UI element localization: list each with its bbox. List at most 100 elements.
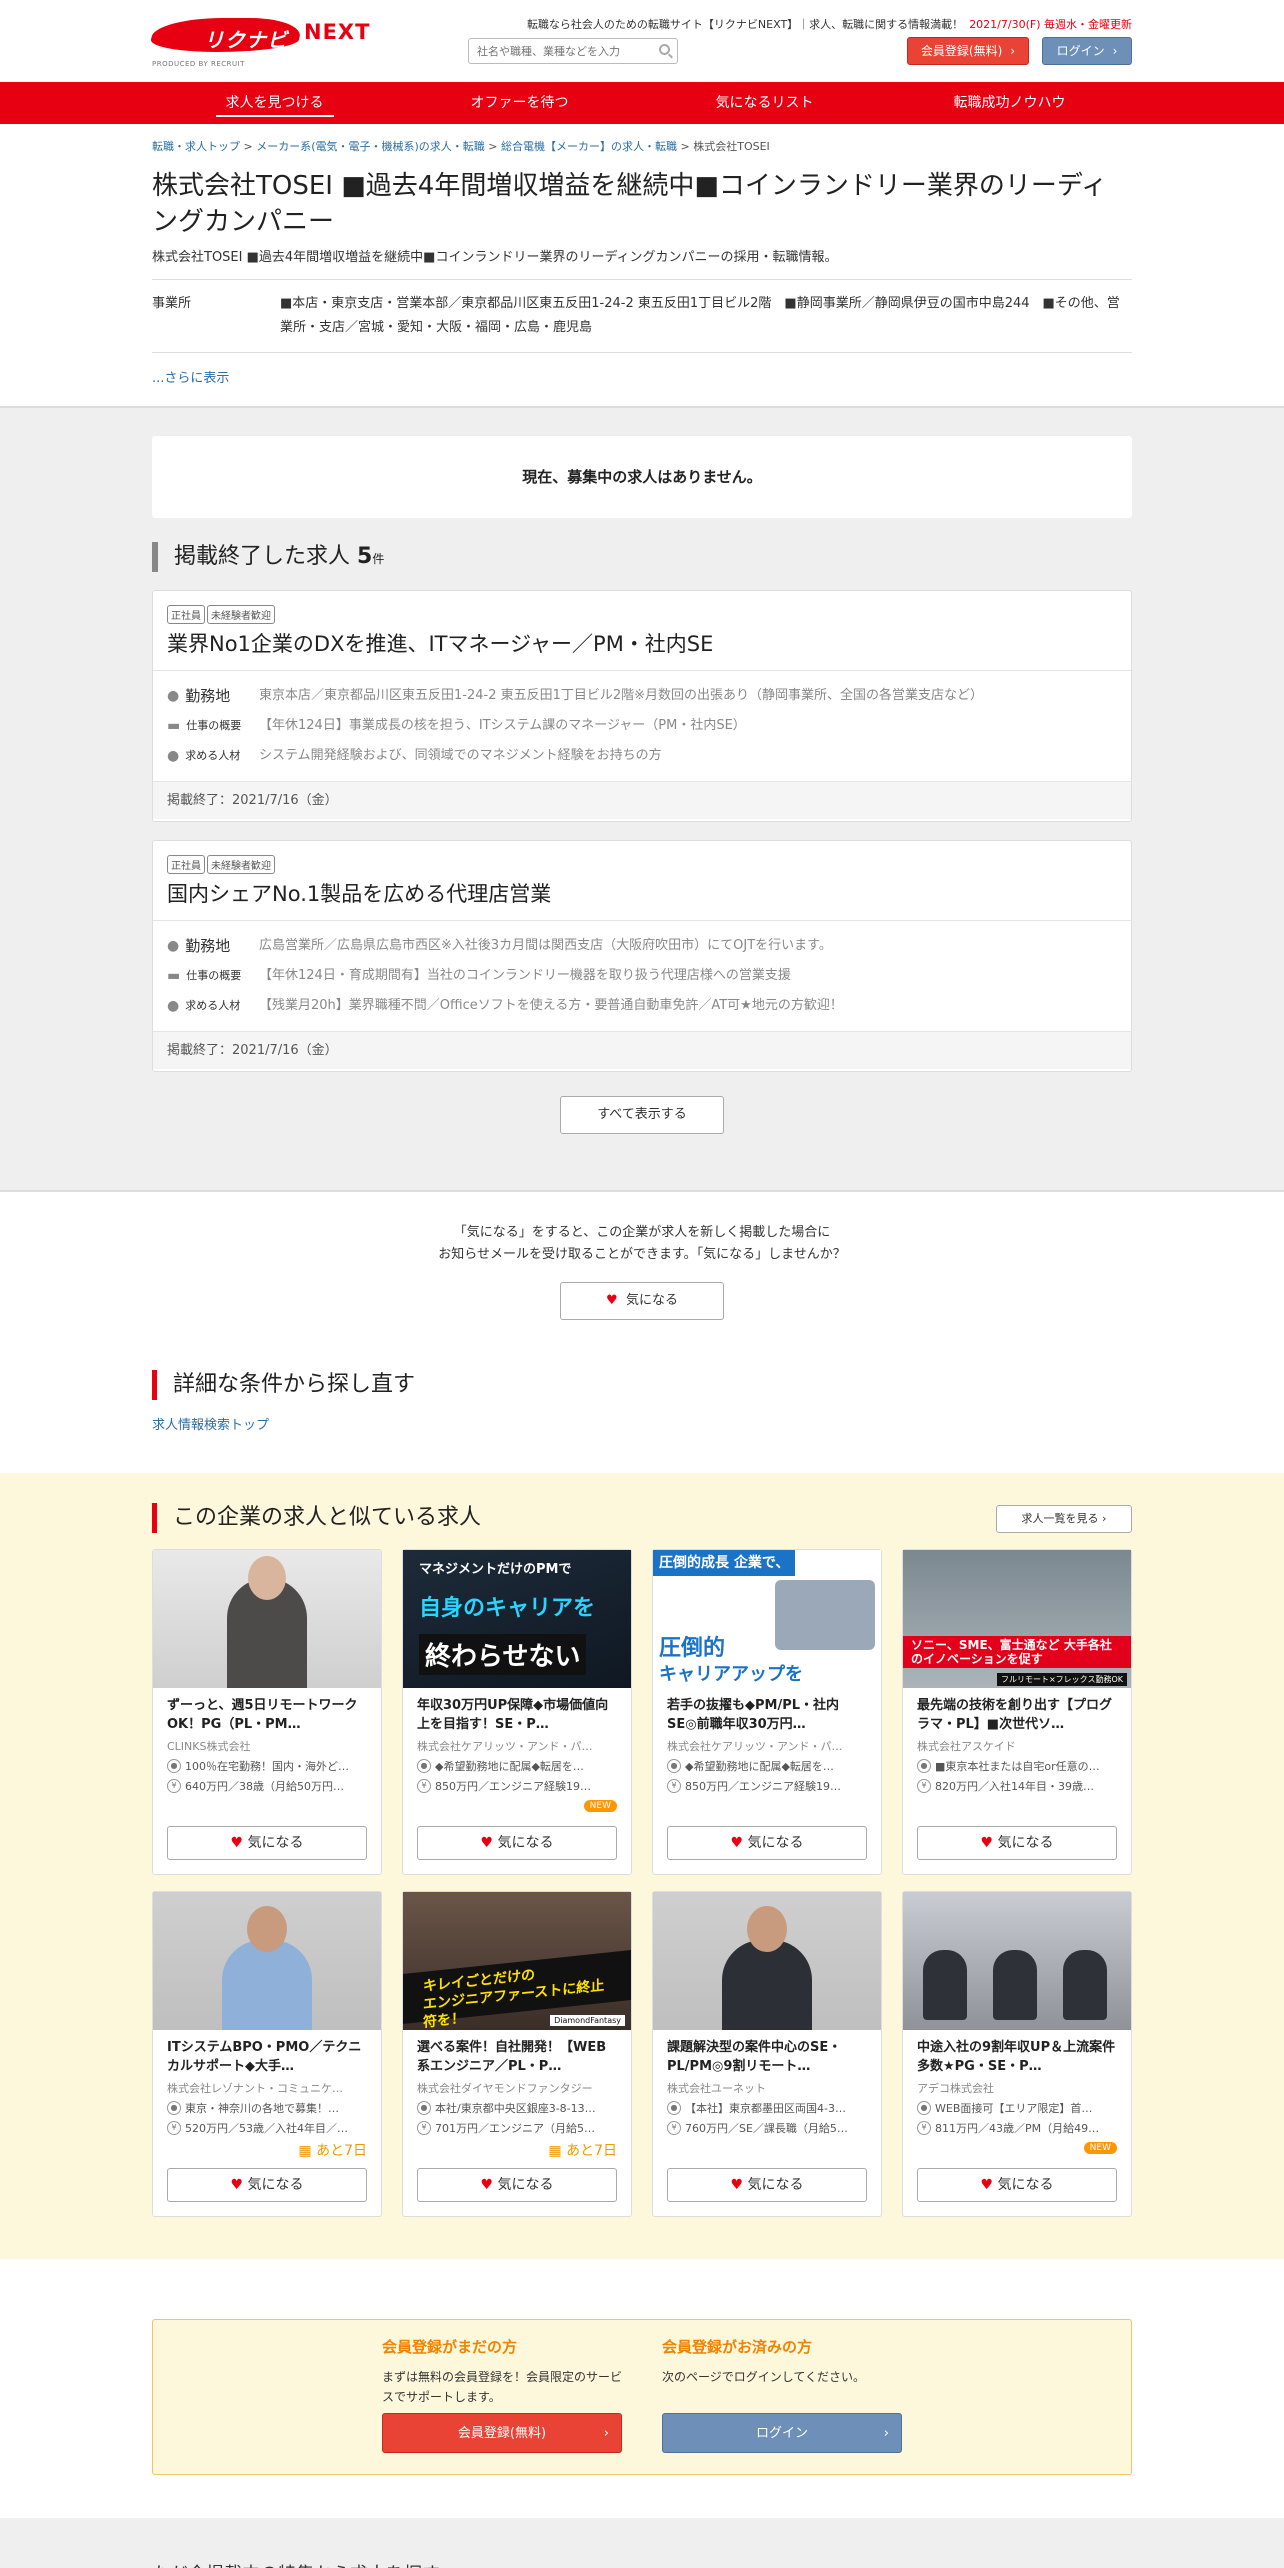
ended-unit: 件 bbox=[372, 552, 385, 566]
job-title[interactable]: 国内シェアNo.1製品を広める代理店営業 bbox=[167, 878, 1117, 908]
similar-job-card[interactable]: 中途入社の9割年収UP＆上流案件多数★PG・SE・P… アデコ株式会社 ● WEB… bbox=[902, 1891, 1132, 2217]
map-pin-icon: ● bbox=[417, 2101, 431, 2115]
job-card[interactable]: 正社員 未経験者歓迎 業界No1企業のDXを推進、ITマネージャー／PM・社内SE… bbox=[152, 590, 1132, 822]
breadcrumb-link[interactable]: 総合電機【メーカー】の求人・転職 bbox=[501, 140, 677, 153]
job-ended-date: 掲載終了：2021/7/16（金） bbox=[153, 781, 1131, 819]
heart-icon: ♥ bbox=[230, 2177, 244, 2193]
breadcrumb-link[interactable]: メーカー系(電気・電子・機械系)の求人・転職 bbox=[256, 140, 485, 153]
overview-label-text: 仕事の概要 bbox=[186, 969, 242, 982]
job-overview: 【年休124日・育成期間有】当社のコインランドリー機器を取り扱う代理店様への営業… bbox=[259, 968, 791, 983]
feature-heading: ただ今掲載中の特集から求人を探す bbox=[152, 2518, 1132, 2568]
job-search-top-link[interactable]: 求人情報検索トップ bbox=[152, 1414, 1132, 1433]
card-title[interactable]: 年収30万円UP保障◆市場価値向上を目指す！SE・P… bbox=[417, 1696, 617, 1734]
similar-job-card[interactable]: 圧倒的成長 企業で、 圧倒的 キャリアアップを 若手の抜擢も◆PM/PL・社内SE◎… bbox=[652, 1549, 882, 1875]
banner-text: 自身のキャリアを bbox=[419, 1596, 596, 1621]
nav-find-jobs[interactable]: 求人を見つける bbox=[152, 82, 397, 124]
card-title[interactable]: 若手の抜擢も◆PM/PL・社内SE◎前職年収30万円… bbox=[667, 1696, 867, 1734]
card-salary: 850万円／エンジニア経験19… bbox=[435, 1780, 591, 1793]
map-pin-icon: ● bbox=[417, 1759, 431, 1773]
map-pin-icon: ● bbox=[667, 2101, 681, 2115]
login-button[interactable]: ログイン › bbox=[662, 2413, 902, 2453]
similar-job-card[interactable]: ITシステムBPO・PMO／テクニカルサポート◆大手… 株式会社レゾナント・コミ… bbox=[152, 1891, 382, 2217]
days-left: ▦ あと7日 bbox=[298, 2140, 367, 2160]
briefcase-icon: ▬ bbox=[167, 718, 181, 734]
job-title[interactable]: 業界No1企業のDXを推進、ITマネージャー／PM・社内SE bbox=[167, 628, 1117, 658]
jobs-area: 現在、募集中の求人はありません。 掲載終了した求人 5件 正社員 未経験者歓迎 業… bbox=[0, 406, 1284, 1192]
similar-job-card[interactable]: ずーっと、週5日リモートワークOK！PG（PL・PM… CLINKS株式会社 ●… bbox=[152, 1549, 382, 1875]
similar-job-card[interactable]: マネジメントだけのPMで 自身のキャリアを 終わらせない 年収30万円UP保障◆市場… bbox=[402, 1549, 632, 1875]
favorite-label: 気になる bbox=[997, 1835, 1054, 1851]
favorite-button[interactable]: ♥ 気になる bbox=[417, 2168, 617, 2202]
breadcrumb: 転職・求人トップ > メーカー系(電気・電子・機械系)の求人・転職 > 総合電機… bbox=[152, 140, 770, 153]
logo-sub: PRODUCED BY RECRUIT bbox=[152, 60, 245, 68]
card-title[interactable]: 中途入社の9割年収UP＆上流案件多数★PG・SE・P… bbox=[917, 2038, 1117, 2076]
card-title[interactable]: 選べる案件！自社開発！【WEB系エンジニア／PL・P… bbox=[417, 2038, 617, 2076]
card-location: 【本社】東京都墨田区両国4-3… bbox=[685, 2102, 846, 2115]
tagline: 転職なら社会人のための転職サイト【リクナビNEXT】｜求人、転職に関する情報満載… bbox=[527, 16, 1132, 32]
nav-label: 求人を見つける bbox=[215, 95, 334, 117]
favorite-label: 気になる bbox=[497, 2177, 554, 2193]
search-input[interactable] bbox=[469, 39, 649, 63]
seeking-label: ● 求める人材 bbox=[167, 741, 259, 771]
register-button[interactable]: 会員登録(無料) › bbox=[907, 37, 1029, 65]
similar-job-card[interactable]: 課題解決型の案件中心のSE・PL/PM◎9割リモート… 株式会社ユーネット ● 【… bbox=[652, 1891, 882, 2217]
favorite-button[interactable]: ♥ 気になる bbox=[167, 1826, 367, 1860]
show-more-link[interactable]: ...さらに表示 bbox=[152, 367, 1132, 386]
banner-text: 終わらせない bbox=[419, 1634, 587, 1675]
global-nav: 求人を見つける オファーを待つ 気になるリスト 転職成功ノウハウ bbox=[0, 82, 1284, 124]
overview-label: ▬ 仕事の概要 bbox=[167, 961, 259, 991]
map-pin-icon: ● bbox=[167, 1759, 181, 1773]
favorite-button[interactable]: ♥ 気になる bbox=[560, 1282, 724, 1320]
banner-text: 圧倒的成長 企業で、 bbox=[653, 1550, 796, 1576]
breadcrumb-link[interactable]: 転職・求人トップ bbox=[152, 140, 240, 153]
heart-icon: ♥ bbox=[980, 1835, 994, 1851]
register-button[interactable]: 会員登録(無料) › bbox=[382, 2413, 622, 2453]
search-icon[interactable] bbox=[659, 44, 670, 55]
favorite-button[interactable]: ♥ 気になる bbox=[667, 1826, 867, 1860]
card-location: 東京・神奈川の各地で募集！… bbox=[185, 2102, 339, 2115]
favorite-button[interactable]: ♥ 気になる bbox=[917, 2168, 1117, 2202]
member-section: 会員登録がまだの方 まずは無料の会員登録を！会員限定のサービスでサポートします。… bbox=[152, 2319, 1132, 2475]
favorite-button[interactable]: ♥ 気になる bbox=[167, 2168, 367, 2202]
job-image bbox=[153, 1550, 381, 1688]
card-company: アデコ株式会社 bbox=[917, 2082, 994, 2095]
favorite-button[interactable]: ♥ 気になる bbox=[917, 1826, 1117, 1860]
job-list-button[interactable]: 求人一覧を見る › bbox=[996, 1505, 1132, 1533]
card-salary: 520万円／53歳／入社4年目／… bbox=[185, 2122, 348, 2135]
nav-favorites[interactable]: 気になるリスト bbox=[642, 82, 887, 124]
existing-member-title: 会員登録がお済みの方 bbox=[662, 2338, 813, 2356]
show-all-button[interactable]: すべて表示する bbox=[560, 1096, 724, 1134]
card-salary: 701万円／エンジニア（月給5… bbox=[435, 2122, 595, 2135]
nav-knowhow[interactable]: 転職成功ノウハウ bbox=[887, 82, 1132, 124]
login-button[interactable]: ログイン › bbox=[1042, 37, 1132, 65]
breadcrumb-current: 株式会社TOSEI bbox=[693, 140, 770, 153]
seeking-label-text: 求める人材 bbox=[185, 749, 241, 762]
banner-text: フルリモート×フレックス勤務OK bbox=[996, 1673, 1127, 1686]
similar-jobs-area: この企業の求人と似ている求人 求人一覧を見る › ずーっと、週5日リモートワーク… bbox=[0, 1473, 1284, 2259]
card-title[interactable]: ITシステムBPO・PMO／テクニカルサポート◆大手… bbox=[167, 2038, 367, 2076]
favorite-button[interactable]: ♥ 気になる bbox=[417, 1826, 617, 1860]
map-pin-icon: ● bbox=[167, 2101, 181, 2115]
card-title[interactable]: ずーっと、週5日リモートワークOK！PG（PL・PM… bbox=[167, 1696, 367, 1734]
job-seeking: システム開発経験および、同領域でのマネジメント経験をお持ちの方 bbox=[259, 748, 662, 763]
register-label: 会員登録(無料) bbox=[457, 2426, 547, 2441]
office-info: 事業所 ■本店・東京支店・営業本部／東京都品川区東五反田1-24-2 東五反田1… bbox=[152, 279, 1132, 353]
logo-text: リクナビ bbox=[204, 28, 288, 52]
chevron-right-icon: › bbox=[1010, 44, 1016, 58]
card-title[interactable]: 課題解決型の案件中心のSE・PL/PM◎9割リモート… bbox=[667, 2038, 867, 2076]
similar-job-card[interactable]: ソニー、SME、富士通など 大手各社のイノベーションを促す フルリモート×フレック… bbox=[902, 1549, 1132, 1875]
detail-search-heading: 詳細な条件から探し直す bbox=[152, 1370, 1132, 1400]
nav-label: 転職成功ノウハウ bbox=[953, 95, 1066, 111]
favorite-section: 「気になる」をすると、この企業が求人を新しく掲載した場合に お知らせメールを受け取… bbox=[152, 1222, 1132, 1433]
job-card[interactable]: 正社員 未経験者歓迎 国内シェアNo.1製品を広める代理店営業 ● 勤務地 広島営業所… bbox=[152, 840, 1132, 1072]
login-label: ログイン bbox=[755, 2426, 808, 2441]
heart-icon: ♥ bbox=[730, 2177, 744, 2193]
job-location: 広島営業所／広島県広島市西区※入社後3カ月間は関西支店（大阪府吹田市）にてOJT… bbox=[259, 938, 832, 953]
card-title[interactable]: 最先端の技術を創り出す【プログラマ・PL】■次世代ソ… bbox=[917, 1696, 1117, 1734]
favorite-label: 気になる bbox=[247, 1835, 304, 1851]
similar-job-card[interactable]: キレイごとだけの エンジニアファーストに終止符を！ DiamondFantasy 選… bbox=[402, 1891, 632, 2217]
nav-wait-offer[interactable]: オファーを待つ bbox=[397, 82, 642, 124]
favorite-button[interactable]: ♥ 気になる bbox=[667, 2168, 867, 2202]
site-logo[interactable]: リクナビ PRODUCED BY RECRUIT bbox=[148, 14, 304, 72]
nav-label: 気になるリスト bbox=[715, 95, 814, 111]
